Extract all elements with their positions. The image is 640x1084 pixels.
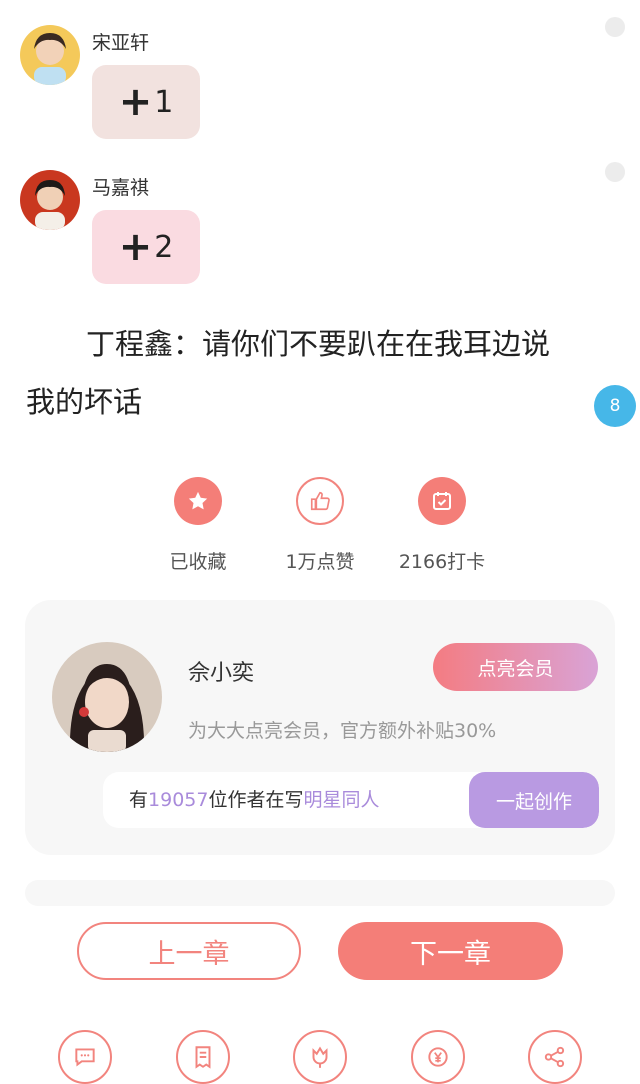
yuan-icon[interactable] xyxy=(411,1030,465,1084)
author-name[interactable]: 佘小奕 xyxy=(188,655,254,687)
checkin-label: 2166打卡 xyxy=(398,551,486,573)
checkin-action[interactable]: 2166打卡 xyxy=(382,477,502,574)
sender-name: 马嘉祺 xyxy=(92,177,150,199)
sender-name: 宋亚轩 xyxy=(92,32,150,54)
message-more-icon[interactable] xyxy=(605,162,625,182)
co-write-bar[interactable]: 有19057位作者在写明星同人 一起创作 xyxy=(103,772,599,828)
chat-bubble[interactable]: + 2 xyxy=(92,210,200,284)
chat-bubble[interactable]: + 1 xyxy=(92,65,200,139)
calendar-check-icon xyxy=(418,477,466,525)
bubble-value: 1 xyxy=(154,84,174,120)
narration-line: 丁程鑫：请你们不要趴在在我耳边说 xyxy=(86,327,551,361)
narration-text: 丁程鑫：请你们不要趴在在我耳边说 我的坏话 xyxy=(26,315,586,431)
avatar-song-yaxuan[interactable] xyxy=(20,25,80,85)
comment-icon[interactable] xyxy=(58,1030,112,1084)
author-count: 19057 xyxy=(148,789,209,811)
topic-link[interactable]: 明星同人 xyxy=(303,789,379,811)
avatar-ma-jiaqi[interactable] xyxy=(20,170,80,230)
section-divider xyxy=(25,880,615,906)
receipt-icon[interactable] xyxy=(176,1030,230,1084)
like-action[interactable]: 1万点赞 xyxy=(260,477,380,574)
paragraph-comment-count[interactable]: 8 xyxy=(594,385,636,427)
flower-icon[interactable] xyxy=(293,1030,347,1084)
plus-icon: + xyxy=(118,79,153,125)
plus-icon: + xyxy=(118,224,153,270)
previous-chapter-button[interactable]: 上一章 xyxy=(77,922,301,980)
favorite-label: 已收藏 xyxy=(169,551,227,573)
author-avatar[interactable] xyxy=(52,642,162,752)
favorite-action[interactable]: 已收藏 xyxy=(138,477,258,574)
like-label: 1万点赞 xyxy=(285,551,355,573)
create-together-button[interactable]: 一起创作 xyxy=(469,772,599,828)
next-chapter-button[interactable]: 下一章 xyxy=(338,922,563,980)
co-write-middle: 位作者在写 xyxy=(208,789,304,811)
bubble-value: 2 xyxy=(154,229,174,265)
thumbs-up-icon xyxy=(296,477,344,525)
share-icon[interactable] xyxy=(528,1030,582,1084)
message-more-icon[interactable] xyxy=(605,17,625,37)
vip-subsidy-tip: 为大大点亮会员，官方额外补贴30% xyxy=(188,720,497,742)
activate-vip-button[interactable]: 点亮会员 xyxy=(433,643,598,691)
star-icon xyxy=(174,477,222,525)
narration-line: 我的坏话 xyxy=(26,385,143,419)
co-write-text: 有19057位作者在写明星同人 xyxy=(129,772,380,828)
co-write-prefix: 有 xyxy=(129,789,149,811)
